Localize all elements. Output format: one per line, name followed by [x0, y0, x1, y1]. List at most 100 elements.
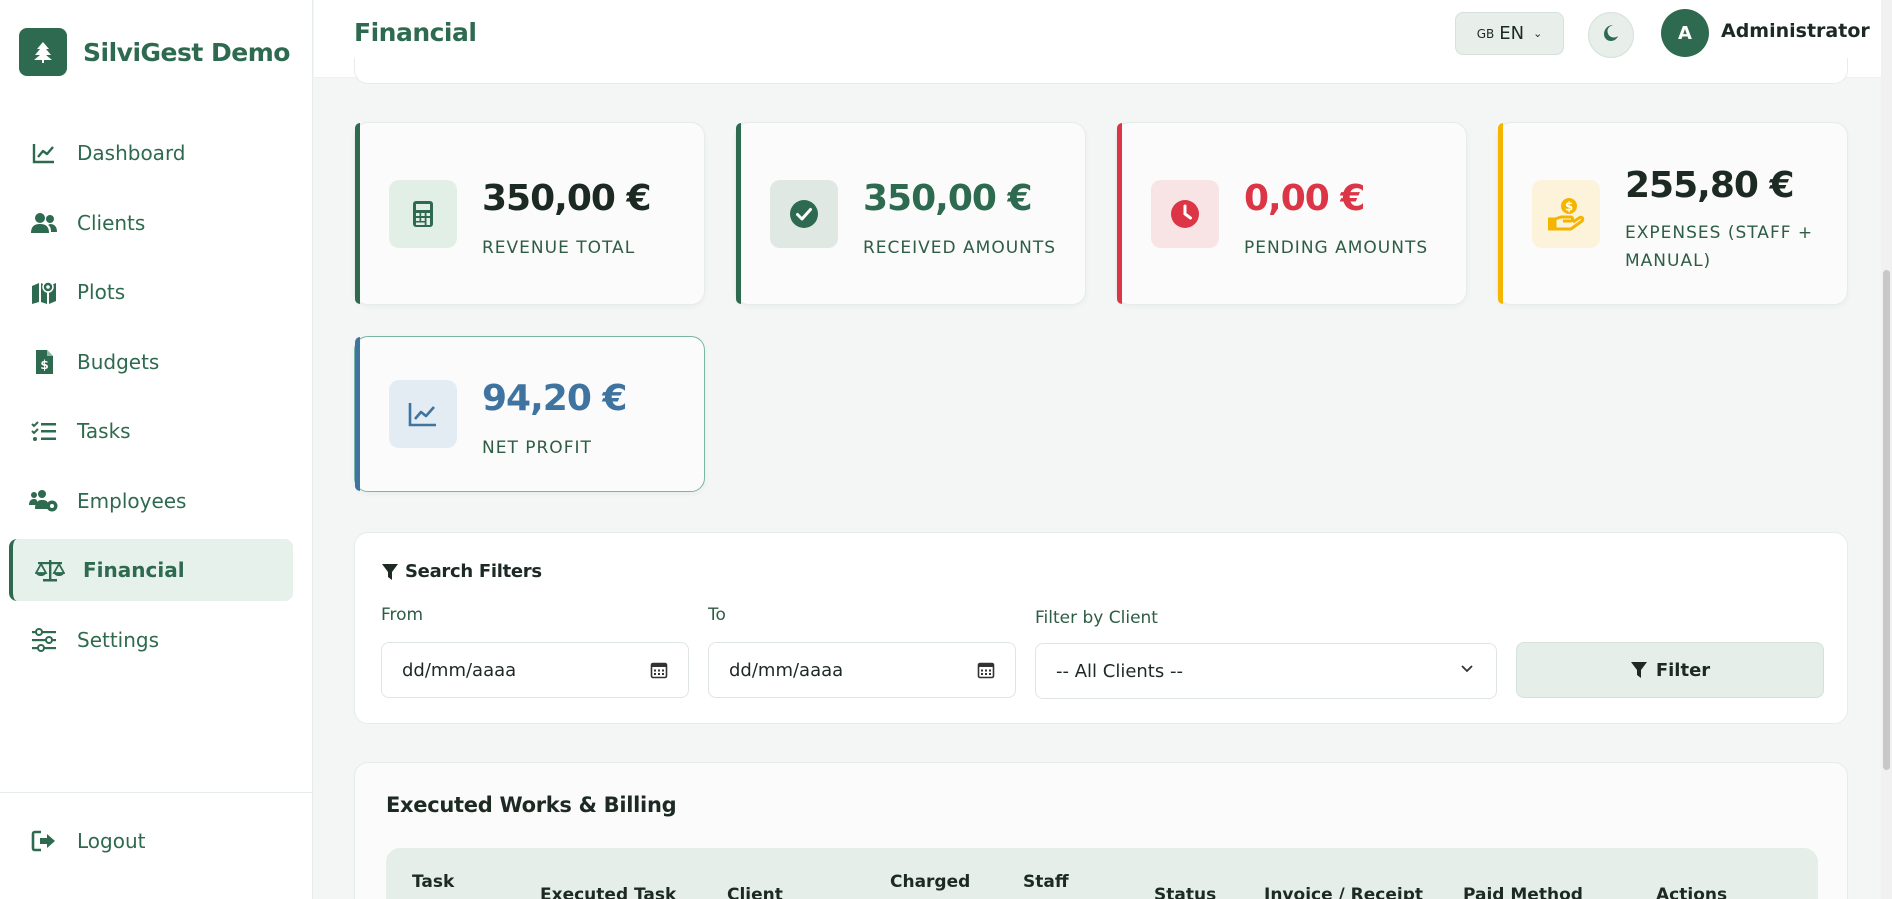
sidebar-item-label: Tasks — [77, 419, 131, 443]
stat-label: RECEIVED AMOUNTS — [863, 238, 1057, 258]
stat-value: 350,00 € — [863, 178, 1033, 219]
users-gear-icon — [29, 486, 59, 516]
theme-toggle-button[interactable] — [1588, 12, 1634, 58]
sidebar-item-label: Employees — [77, 488, 187, 513]
stat-value: 255,80 € — [1625, 165, 1795, 206]
sidebar-divider — [0, 792, 313, 793]
language-code: EN — [1499, 23, 1525, 44]
table-header: Task Executed Task Client Charged Staff … — [386, 848, 1818, 899]
calendar-icon[interactable] — [650, 661, 668, 684]
stat-value: 0,00 € — [1244, 178, 1365, 219]
avatar[interactable]: A — [1661, 9, 1709, 57]
card-accent — [1498, 123, 1503, 304]
stat-value: 350,00 € — [482, 178, 652, 219]
column-header-paid-method[interactable]: Paid Method — [1463, 885, 1583, 899]
clock-icon — [1151, 180, 1219, 248]
sidebar-item-label: Budgets — [77, 349, 160, 374]
client-select-value: -- All Clients -- — [1056, 660, 1183, 682]
sidebar-item-budgets[interactable]: $ Budgets — [9, 331, 293, 393]
chevron-down-icon — [1460, 661, 1474, 679]
stat-card-expenses: $ 255,80 € EXPENSES (STAFF + MANUAL) — [1497, 122, 1848, 305]
sidebar-nav: Dashboard Clients Plots $ Budgets Tasks — [9, 122, 293, 678]
card-accent — [736, 123, 741, 304]
column-header-executed-task[interactable]: Executed Task — [540, 885, 676, 899]
sliders-icon — [29, 625, 59, 655]
stat-value: 94,20 € — [482, 378, 627, 419]
logout-label: Logout — [77, 829, 146, 853]
works-title: Executed Works & Billing — [386, 793, 677, 817]
column-header-actions[interactable]: Actions — [1656, 885, 1727, 899]
scrollbar-thumb[interactable] — [1883, 270, 1890, 770]
column-header-staff[interactable]: Staff — [1023, 872, 1069, 892]
stat-label-line: EXPENSES (STAFF + — [1625, 223, 1814, 243]
stat-label-line: MANUAL) — [1625, 251, 1712, 271]
previous-panel-edge — [354, 58, 1848, 84]
client-filter-label: Filter by Client — [1035, 608, 1158, 628]
stat-label: EXPENSES (STAFF + MANUAL) — [1625, 219, 1813, 275]
sidebar-item-settings[interactable]: Settings — [9, 609, 293, 671]
sidebar-item-plots[interactable]: Plots — [9, 261, 293, 323]
map-icon — [29, 277, 59, 307]
executed-works-panel: Executed Works & Billing Task Executed T… — [354, 762, 1848, 899]
hand-money-icon: $ — [1532, 180, 1600, 248]
from-label: From — [381, 605, 424, 625]
client-select[interactable]: -- All Clients -- — [1035, 643, 1497, 699]
sidebar-item-label: Plots — [77, 280, 126, 304]
filters-title-label: Search Filters — [405, 561, 542, 582]
stat-card-net-profit: 94,20 € NET PROFIT — [354, 336, 705, 492]
sidebar: SilviGest Demo Dashboard Clients Plots $… — [0, 0, 313, 899]
sidebar-item-label: Clients — [77, 210, 146, 235]
page-title: Financial — [354, 18, 477, 47]
scale-icon — [35, 555, 65, 585]
users-icon — [29, 208, 59, 238]
filter-button[interactable]: Filter — [1516, 642, 1824, 698]
calculator-icon — [389, 180, 457, 248]
to-date-value: dd/mm/aaaa — [729, 659, 844, 681]
search-filters-panel: Search Filters From dd/mm/aaaa To dd/mm/… — [354, 532, 1848, 724]
svg-text:$: $ — [1565, 200, 1573, 214]
brand-name: SilviGest Demo — [83, 37, 290, 67]
sidebar-item-dashboard[interactable]: Dashboard — [9, 122, 293, 184]
filter-button-label: Filter — [1655, 659, 1711, 681]
list-check-icon — [29, 416, 59, 446]
sidebar-item-clients[interactable]: Clients — [9, 192, 293, 254]
logout-button[interactable]: Logout — [29, 826, 145, 856]
sidebar-item-financial[interactable]: Financial — [9, 539, 293, 601]
user-name[interactable]: Administrator — [1721, 20, 1870, 42]
page-scrollbar[interactable] — [1881, 0, 1892, 899]
sidebar-item-label: Dashboard — [77, 141, 186, 165]
sidebar-item-label: Financial — [83, 558, 185, 582]
stat-card-received-amounts: 350,00 € RECEIVED AMOUNTS — [735, 122, 1086, 305]
column-header-charged[interactable]: Charged — [890, 872, 970, 892]
logout-icon — [29, 826, 59, 856]
card-accent — [355, 337, 360, 491]
language-selector[interactable]: GB EN ⌄ — [1455, 12, 1564, 55]
column-header-task[interactable]: Task — [412, 872, 454, 892]
flag-icon: GB — [1476, 26, 1495, 41]
column-header-client[interactable]: Client — [727, 885, 783, 899]
chart-line-icon — [29, 138, 59, 168]
stat-card-revenue-total: 350,00 € REVENUE TOTAL — [354, 122, 705, 305]
svg-text:$: $ — [40, 358, 48, 372]
sidebar-item-employees[interactable]: Employees — [9, 470, 293, 532]
stat-card-pending-amounts: 0,00 € PENDING AMOUNTS — [1116, 122, 1467, 305]
invoice-icon: $ — [29, 347, 59, 377]
stat-label: PENDING AMOUNTS — [1244, 238, 1429, 258]
to-label: To — [708, 605, 726, 625]
moon-icon — [1602, 24, 1620, 46]
stat-label: NET PROFIT — [482, 438, 592, 458]
stat-label: REVENUE TOTAL — [482, 238, 636, 258]
filter-icon — [1630, 661, 1648, 679]
to-date-input[interactable]: dd/mm/aaaa — [708, 642, 1016, 698]
filters-title: Search Filters — [381, 561, 542, 582]
column-header-status[interactable]: Status — [1154, 885, 1216, 899]
sidebar-item-tasks[interactable]: Tasks — [9, 400, 293, 462]
chevron-down-icon: ⌄ — [1533, 27, 1543, 40]
calendar-icon[interactable] — [977, 661, 995, 684]
chart-line-icon — [389, 380, 457, 448]
from-date-input[interactable]: dd/mm/aaaa — [381, 642, 689, 698]
brand[interactable]: SilviGest Demo — [19, 28, 290, 76]
check-circle-icon — [770, 180, 838, 248]
column-header-invoice-receipt[interactable]: Invoice / Receipt — [1264, 885, 1423, 899]
filter-icon — [381, 563, 399, 581]
